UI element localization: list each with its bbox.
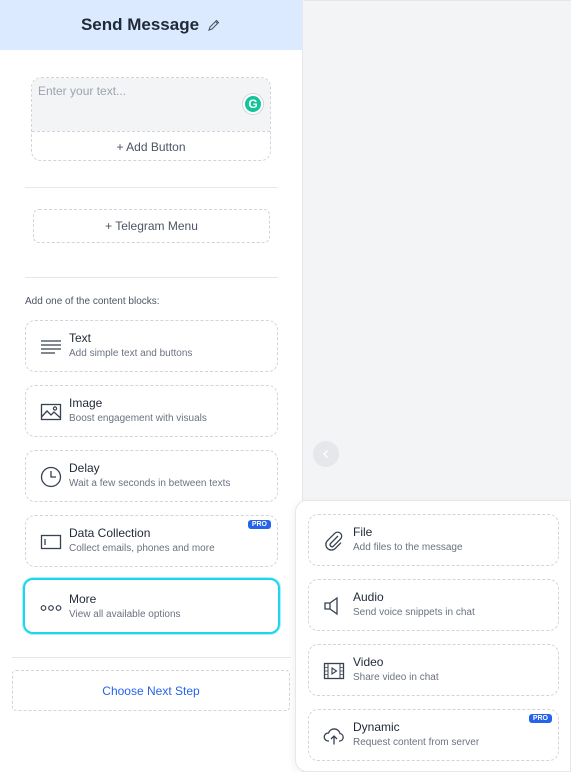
grammarly-letter: G <box>248 97 258 111</box>
option-file[interactable]: File Add files to the message <box>308 514 559 566</box>
input-field-icon <box>40 534 62 550</box>
speaker-icon <box>324 596 338 616</box>
block-title: Delay <box>69 461 100 475</box>
block-text[interactable]: Text Add simple text and buttons <box>25 320 278 372</box>
video-icon <box>323 662 345 680</box>
block-delay[interactable]: Delay Wait a few seconds in between text… <box>25 450 278 502</box>
block-more[interactable]: More View all available options <box>23 578 280 634</box>
option-description: Share video in chat <box>353 672 439 683</box>
option-description: Request content from server <box>353 737 480 748</box>
pro-badge: PRO <box>247 520 271 529</box>
collapse-panel-button[interactable] <box>313 441 339 467</box>
block-title: Text <box>69 331 92 345</box>
more-options-popup: File Add files to the message Audio Send… <box>295 500 571 772</box>
block-title: More <box>69 592 97 606</box>
block-description: View all available options <box>69 609 181 620</box>
panel-header: Send Message <box>0 0 302 50</box>
option-title: Dynamic <box>353 720 400 734</box>
pro-badge: PRO <box>528 714 552 723</box>
lines-icon <box>41 340 61 354</box>
content-blocks-hint: Add one of the content blocks: <box>25 296 160 307</box>
block-description: Collect emails, phones and more <box>69 543 215 554</box>
option-title: Video <box>353 655 384 669</box>
cloud-upload-icon <box>323 728 344 745</box>
choose-next-step-button[interactable]: Choose Next Step <box>12 670 290 711</box>
divider <box>25 187 278 188</box>
edit-pencil-icon[interactable] <box>207 18 221 32</box>
message-text-input[interactable]: Enter your text... G <box>32 78 270 131</box>
option-dynamic[interactable]: Dynamic Request content from server PRO <box>308 709 559 761</box>
telegram-menu-button[interactable]: + Telegram Menu <box>33 209 270 243</box>
dots-icon <box>40 605 62 611</box>
grammarly-icon[interactable]: G <box>243 94 263 114</box>
option-description: Send voice snippets in chat <box>353 607 475 618</box>
add-button[interactable]: + Add Button <box>32 131 270 160</box>
image-icon <box>40 403 62 421</box>
chevron-left-icon <box>323 450 328 458</box>
message-editor: Enter your text... G + Add Button <box>31 77 271 161</box>
divider <box>12 657 291 658</box>
option-description: Add files to the message <box>353 542 463 553</box>
option-audio[interactable]: Audio Send voice snippets in chat <box>308 579 559 631</box>
send-message-panel: Send Message Enter your text... G + Add … <box>0 0 303 772</box>
block-description: Wait a few seconds in between texts <box>69 478 231 489</box>
option-video[interactable]: Video Share video in chat <box>308 644 559 696</box>
option-title: Audio <box>353 590 384 604</box>
block-image[interactable]: Image Boost engagement with visuals <box>25 385 278 437</box>
block-title: Image <box>69 396 103 410</box>
option-title: File <box>353 525 373 539</box>
block-description: Boost engagement with visuals <box>69 413 207 424</box>
clock-icon <box>40 466 62 488</box>
message-placeholder: Enter your text... <box>38 84 127 98</box>
divider <box>25 277 278 278</box>
block-title: Data Collection <box>69 526 151 540</box>
panel-title: Send Message <box>80 15 200 34</box>
paperclip-icon <box>325 531 343 551</box>
block-description: Add simple text and buttons <box>69 348 193 359</box>
block-data-collection[interactable]: Data Collection Collect emails, phones a… <box>25 515 278 567</box>
